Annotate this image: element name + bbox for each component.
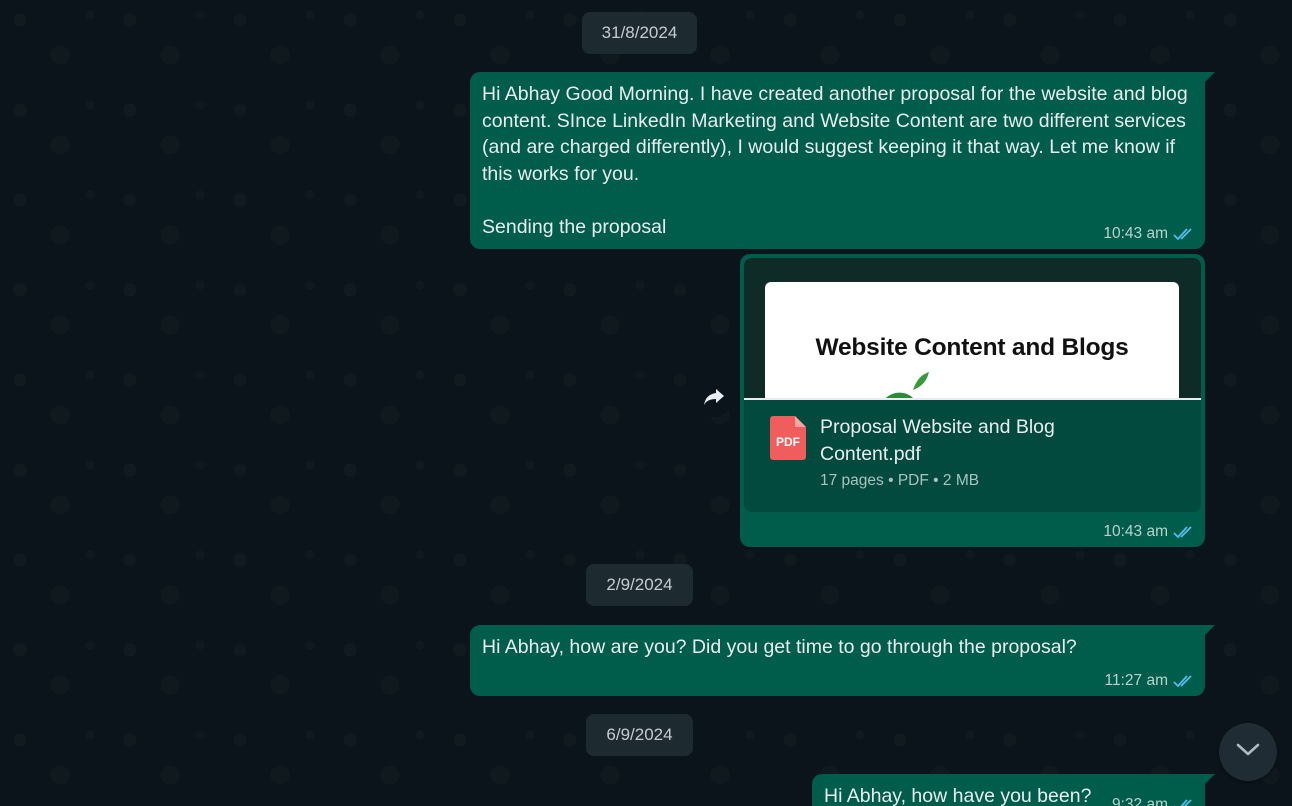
message-meta: 11:27 am <box>1105 672 1195 690</box>
scroll-to-bottom-button[interactable] <box>1219 723 1277 781</box>
date-label: 2/9/2024 <box>606 575 673 594</box>
outgoing-message[interactable]: Hi Abhay, how have you been? 9:32 am <box>812 774 1215 806</box>
double-check-icon <box>1173 798 1195 806</box>
document-size: 2 MB <box>942 472 980 489</box>
document-pages: 17 pages <box>820 472 884 489</box>
message-time: 10:43 am <box>1103 225 1168 242</box>
message-text: Hi Abhay, how are you? Did you get time … <box>482 636 1077 658</box>
outgoing-message[interactable]: Hi Abhay, how are you? Did you get time … <box>470 625 1215 696</box>
forward-arrow-icon <box>702 387 726 412</box>
chat-panel[interactable]: 31/8/2024 Hi Abhay Good Morning. I have … <box>0 0 1292 806</box>
document-details: 17 pages • PDF • 2 MB <box>820 472 979 490</box>
double-check-icon <box>1173 227 1195 241</box>
document-info: PDF Proposal Website and Blog Content.pd… <box>744 400 1201 512</box>
message-meta: 9:32 am <box>1112 796 1195 806</box>
document-page-thumbnail: Website Content and Blogs <box>765 282 1179 398</box>
message-time: 11:27 am <box>1104 672 1168 689</box>
document-preview[interactable]: Website Content and Blogs <box>744 258 1201 400</box>
date-divider: 2/9/2024 <box>586 564 693 606</box>
preview-title: Website Content and Blogs <box>815 334 1129 361</box>
message-meta: 10:43 am <box>1103 523 1195 541</box>
double-check-icon <box>1173 674 1195 688</box>
message-text: Hi Abhay Good Morning. I have created an… <box>482 83 1188 238</box>
svg-text:PDF: PDF <box>776 435 800 449</box>
date-divider: 6/9/2024 <box>586 714 693 756</box>
date-divider: 31/8/2024 <box>582 12 697 54</box>
chevron-down-icon <box>1235 742 1261 763</box>
document-file-name: Proposal Website and Blog Content.pdf <box>820 416 1055 465</box>
document-card[interactable]: Website Content and Blogs PDF Proposal W… <box>744 258 1201 512</box>
outgoing-message[interactable]: Hi Abhay Good Morning. I have created an… <box>470 72 1215 249</box>
message-time: 9:32 am <box>1111 796 1168 806</box>
message-meta: 10:43 am <box>1103 225 1195 243</box>
brand-logo-icon <box>873 372 1069 398</box>
date-label: 31/8/2024 <box>601 23 678 42</box>
date-label: 6/9/2024 <box>606 725 673 744</box>
forward-button[interactable] <box>696 381 732 417</box>
message-time: 10:43 am <box>1103 523 1168 540</box>
document-type: PDF <box>897 472 929 489</box>
pdf-file-icon: PDF <box>770 416 806 460</box>
outgoing-document-message[interactable]: Website Content and Blogs PDF Proposal W… <box>740 254 1205 547</box>
separator: • <box>888 472 894 489</box>
double-check-icon <box>1173 525 1195 539</box>
separator: • <box>933 472 939 489</box>
